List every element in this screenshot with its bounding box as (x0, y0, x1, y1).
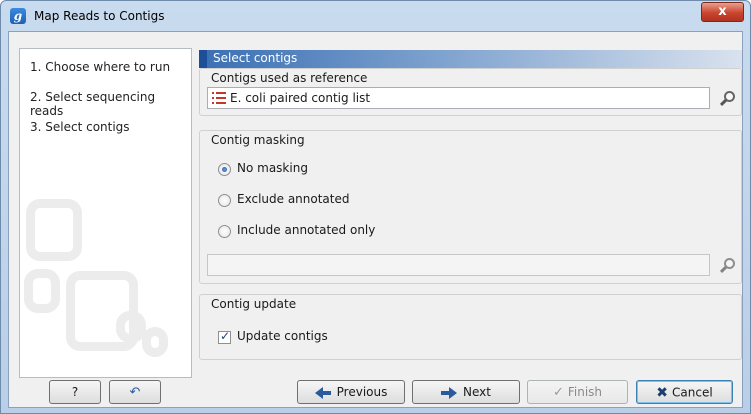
include-annotated-only-label[interactable]: Include annotated only (237, 223, 375, 237)
checkmark-icon: ✓ (220, 329, 231, 343)
title-bar[interactable]: g Map Reads to Contigs x (1, 1, 750, 31)
wizard-steps-panel: 1. Choose where to run 2. Select sequenc… (19, 48, 192, 378)
masking-group: Contig masking No masking Exclude annota… (199, 130, 742, 284)
update-contigs-label[interactable]: Update contigs (237, 329, 328, 343)
browse-reference-icon[interactable] (719, 88, 739, 108)
section-header: Select contigs (199, 50, 742, 68)
app-logo-icon: g (10, 8, 26, 24)
cancel-x-icon: ✖ (656, 385, 669, 401)
list-icon (212, 92, 226, 104)
next-button[interactable]: Next (412, 380, 520, 404)
undo-icon: ↶ (129, 385, 141, 400)
arrow-right-icon (441, 386, 458, 399)
wizard-step-select-sequencing-reads[interactable]: 2. Select sequencing reads (30, 90, 191, 118)
update-group: Contig update ✓ Update contigs (199, 294, 742, 360)
help-button[interactable]: ? (49, 380, 101, 404)
arrow-left-icon (314, 386, 331, 399)
finish-button[interactable]: ✓ Finish (527, 380, 628, 404)
update-group-title: Contig update (211, 297, 297, 311)
section-header-title: Select contigs (213, 51, 298, 65)
header-accent (199, 50, 207, 68)
help-label: ? (71, 385, 79, 399)
browse-annotation-icon[interactable] (719, 255, 739, 275)
no-masking-radio[interactable] (218, 163, 231, 176)
content-panel: Select contigs Contigs used as reference… (199, 50, 742, 378)
decorative-shape (24, 269, 60, 313)
finish-label: Finish (567, 385, 603, 399)
no-masking-label[interactable]: No masking (237, 161, 308, 175)
window-title: Map Reads to Contigs (34, 9, 165, 23)
finish-check-icon: ✓ (552, 385, 564, 400)
wizard-step-select-contigs[interactable]: 3. Select contigs (30, 120, 130, 134)
previous-button[interactable]: Previous (297, 380, 405, 404)
cancel-button[interactable]: ✖ Cancel (636, 380, 733, 404)
dialog-window: g Map Reads to Contigs x 1. Choose where… (0, 0, 751, 414)
next-label: Next (463, 385, 491, 399)
reset-button[interactable]: ↶ (109, 380, 161, 404)
decorative-shape (26, 199, 82, 261)
cancel-label: Cancel (672, 385, 713, 400)
reference-group-title: Contigs used as reference (211, 71, 368, 85)
reference-group: Contigs used as reference E. coli paired… (199, 68, 742, 116)
dialog-body: 1. Choose where to run 2. Select sequenc… (8, 31, 743, 408)
exclude-annotated-label[interactable]: Exclude annotated (237, 192, 350, 206)
masking-group-title: Contig masking (211, 133, 305, 147)
previous-label: Previous (336, 385, 388, 399)
close-button[interactable]: x (701, 2, 744, 22)
update-contigs-checkbox[interactable]: ✓ (218, 329, 231, 344)
include-annotated-only-radio[interactable] (218, 225, 231, 238)
exclude-annotated-radio[interactable] (218, 194, 231, 207)
decorative-shape (142, 327, 168, 357)
annotation-track-field[interactable] (207, 254, 710, 276)
reference-value: E. coli paired contig list (230, 91, 371, 105)
wizard-step-choose-where-to-run[interactable]: 1. Choose where to run (30, 60, 170, 74)
reference-field[interactable]: E. coli paired contig list (207, 87, 710, 109)
